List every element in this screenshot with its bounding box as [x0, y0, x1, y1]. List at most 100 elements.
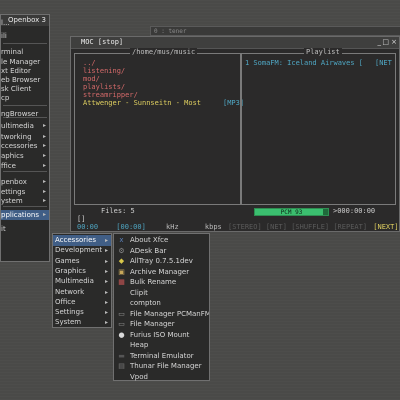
apps-menu-item-system[interactable]: System ▸ [53, 317, 111, 328]
openbox-menu-item-label: it [1, 225, 6, 233]
apps-menu-item-label: System [55, 318, 82, 327]
accessories-item-label: Archive Manager [130, 267, 190, 276]
openbox-menu-item-aphics[interactable]: aphics ▸ [1, 151, 49, 161]
playlist-entry[interactable]: 1 SomaFM: Iceland Airwaves [ [NET [245, 59, 392, 67]
accessories-item-label: AllTray 0.7.5.1dev [130, 257, 193, 265]
accessories-item-compton[interactable]: compton [114, 298, 209, 308]
directory-entry[interactable]: listening/ [83, 67, 125, 75]
submenu-arrow-icon: ▸ [42, 197, 46, 204]
menu-separator [3, 171, 47, 172]
submenu-arrow-icon: ▸ [42, 152, 46, 159]
time-remaining: >000:00:00 [333, 207, 376, 215]
file-pane-path: /home/mus/music [130, 48, 198, 57]
xfce-icon: x [119, 236, 124, 244]
tray-icon: ◆ [118, 257, 125, 265]
apps-menu-item-label: Games [55, 256, 80, 265]
archive-icon: ▣ [118, 267, 125, 276]
terminal-icon: ▬ [118, 351, 125, 360]
khz-label: kHz [166, 223, 179, 231]
directory-entry[interactable]: playlists/ [83, 83, 125, 91]
openbox-menu-item-pplications[interactable]: pplications ▸ [1, 210, 49, 220]
time-total-close: ] [141, 223, 146, 231]
openbox-menu-item-ili[interactable]: ili [1, 31, 49, 41]
openbox-menu-item-label: eb Browser [1, 76, 41, 84]
folder-icon: ▭ [118, 309, 125, 318]
openbox-menu-item-label: aphics [1, 152, 24, 160]
file-pane[interactable]: /home/mus/music ../listening/mod/playlis… [74, 48, 244, 205]
accessories-item-alltray-0-7-5-1dev[interactable]: ◆ AllTray 0.7.5.1dev [114, 256, 209, 266]
file-entry[interactable]: Attwenger - Sunnseitn - Most [MP3] [83, 99, 244, 107]
pcm-label: PCM [280, 209, 292, 216]
openbox-menu-item-ystem[interactable]: ystem ▸ [1, 196, 49, 206]
openbox-menu-item-label: ffice [1, 162, 16, 170]
apps-menu-item-label: Accessories [55, 236, 97, 244]
kbps-label: kbps [204, 223, 222, 231]
maximize-button[interactable]: □ [382, 37, 389, 48]
files-count: Files: 5 [101, 207, 135, 215]
accessories-item-terminal-emulator[interactable]: ▬ Terminal Emulator [114, 351, 209, 361]
accessories-item-thunar-file-manager[interactable]: ▤ Thunar File Manager [114, 361, 209, 371]
accessories-item-label: compton [130, 299, 161, 307]
openbox-menu-item-l[interactable]: l... [1, 18, 49, 28]
openbox-menu-item-ffice[interactable]: ffice ▸ [1, 161, 49, 171]
openbox-menu-item-label: rminal [1, 48, 24, 56]
accessories-item-bulk-rename[interactable]: ▦ Bulk Rename [114, 277, 209, 287]
openbox-menu-item-label: pplications [1, 211, 39, 219]
openbox-menu-item-rminal[interactable]: rminal [1, 47, 49, 57]
entry-name: Attwenger - Sunnseitn - Most [83, 99, 202, 107]
accessories-item-label: Vpod [130, 372, 148, 381]
submenu-arrow-icon: ▸ [42, 178, 46, 185]
apps-menu-item-label: Development [55, 246, 103, 255]
accessories-item-archive-manager[interactable]: ▣ Archive Manager [114, 267, 209, 277]
directory-entry[interactable]: ../ [83, 59, 96, 67]
background-terminal-window[interactable]: 0 : tener [150, 26, 400, 36]
openbox-menu-item-ultimedia[interactable]: ultimedia ▸ [1, 121, 49, 131]
accessories-item-about-xfce[interactable]: x About Xfce [114, 235, 209, 245]
accessories-item-file-manager-pcmanfm[interactable]: ▭ File Manager PCManFM [114, 309, 209, 319]
accessories-item-label: File Manager PCManFM [130, 309, 209, 318]
playlist-entry-name: 1 SomaFM: Iceland Airwaves [ [245, 59, 364, 67]
openbox-menu-item-penbox[interactable]: penbox ▸ [1, 177, 49, 187]
openbox-menu-item-ccessories[interactable]: ccessories ▸ [1, 141, 49, 151]
menu-separator [3, 43, 47, 44]
accessories-item-clipit[interactable]: Clipit [114, 288, 209, 298]
openbox-root-menu: Openbox 3 l... ili rminal le Manager xt Edit… [0, 14, 50, 262]
openbox-menu-item-label: xt Editor [1, 67, 31, 75]
directory-entry[interactable]: streamripper/ [83, 91, 138, 99]
submenu-arrow-icon: ▸ [42, 122, 46, 129]
folder-icon: ▭ [118, 320, 125, 328]
accessories-item-vpod[interactable]: Vpod [114, 372, 209, 382]
accessories-item-file-manager[interactable]: ▭ File Manager [114, 319, 209, 329]
apps-menu-item-label: Office [55, 297, 76, 306]
openbox-menu-item-ngbrowser[interactable]: ngBrowser [1, 109, 49, 119]
openbox-menu-item-label: cp [1, 94, 10, 102]
accessories-item-label: Furius ISO Mount [130, 330, 190, 339]
accessories-item-label: ADesk Bar [130, 246, 167, 255]
accessories-item-heap[interactable]: Heap [114, 340, 209, 350]
playlist-pane[interactable]: Playlist 1 SomaFM: Iceland Airwaves [[NE… [241, 48, 396, 205]
applications-submenu: Accessories ▸ Development ▸ Games ▸ Graphics ▸ M… [52, 233, 112, 328]
moc-window-title: MOC [stop] [81, 38, 124, 46]
openbox-menu-item-label: le Manager [1, 58, 41, 66]
moc-window[interactable]: MOC [stop] _ □ × /home/mus/music ../list… [70, 36, 400, 232]
entry-name: ../ [83, 59, 96, 67]
accessories-item-adesk-bar[interactable]: ⚙ ADesk Bar [114, 246, 209, 256]
openbox-menu-item-label: tworking [1, 133, 32, 141]
minimize-button[interactable]: _ [378, 37, 382, 48]
accessories-item-label: Thunar File Manager [130, 362, 202, 370]
openbox-menu-item-label: ystem [1, 197, 23, 205]
submenu-arrow-icon: ▸ [42, 211, 46, 218]
openbox-menu-item-cp[interactable]: cp [1, 93, 49, 103]
accessories-item-furius-iso-mount[interactable]: ● Furius ISO Mount [114, 330, 209, 340]
disc-icon: ● [118, 330, 125, 339]
moc-titlebar[interactable]: MOC [stop] _ □ × [71, 37, 399, 49]
format-tag: [NET [375, 59, 392, 67]
openbox-menu-item-label: ettings [1, 188, 26, 196]
openbox-menu-item-it[interactable]: it [1, 224, 49, 234]
openbox-menu-item-label: ccessories [1, 142, 38, 150]
pcm-volume-bar[interactable]: PCM 93 [254, 208, 329, 216]
time-total: 00:00 [120, 223, 142, 231]
directory-entry[interactable]: mod/ [83, 75, 100, 83]
close-button[interactable]: × [391, 37, 397, 48]
accessories-item-label: About Xfce [130, 236, 169, 244]
